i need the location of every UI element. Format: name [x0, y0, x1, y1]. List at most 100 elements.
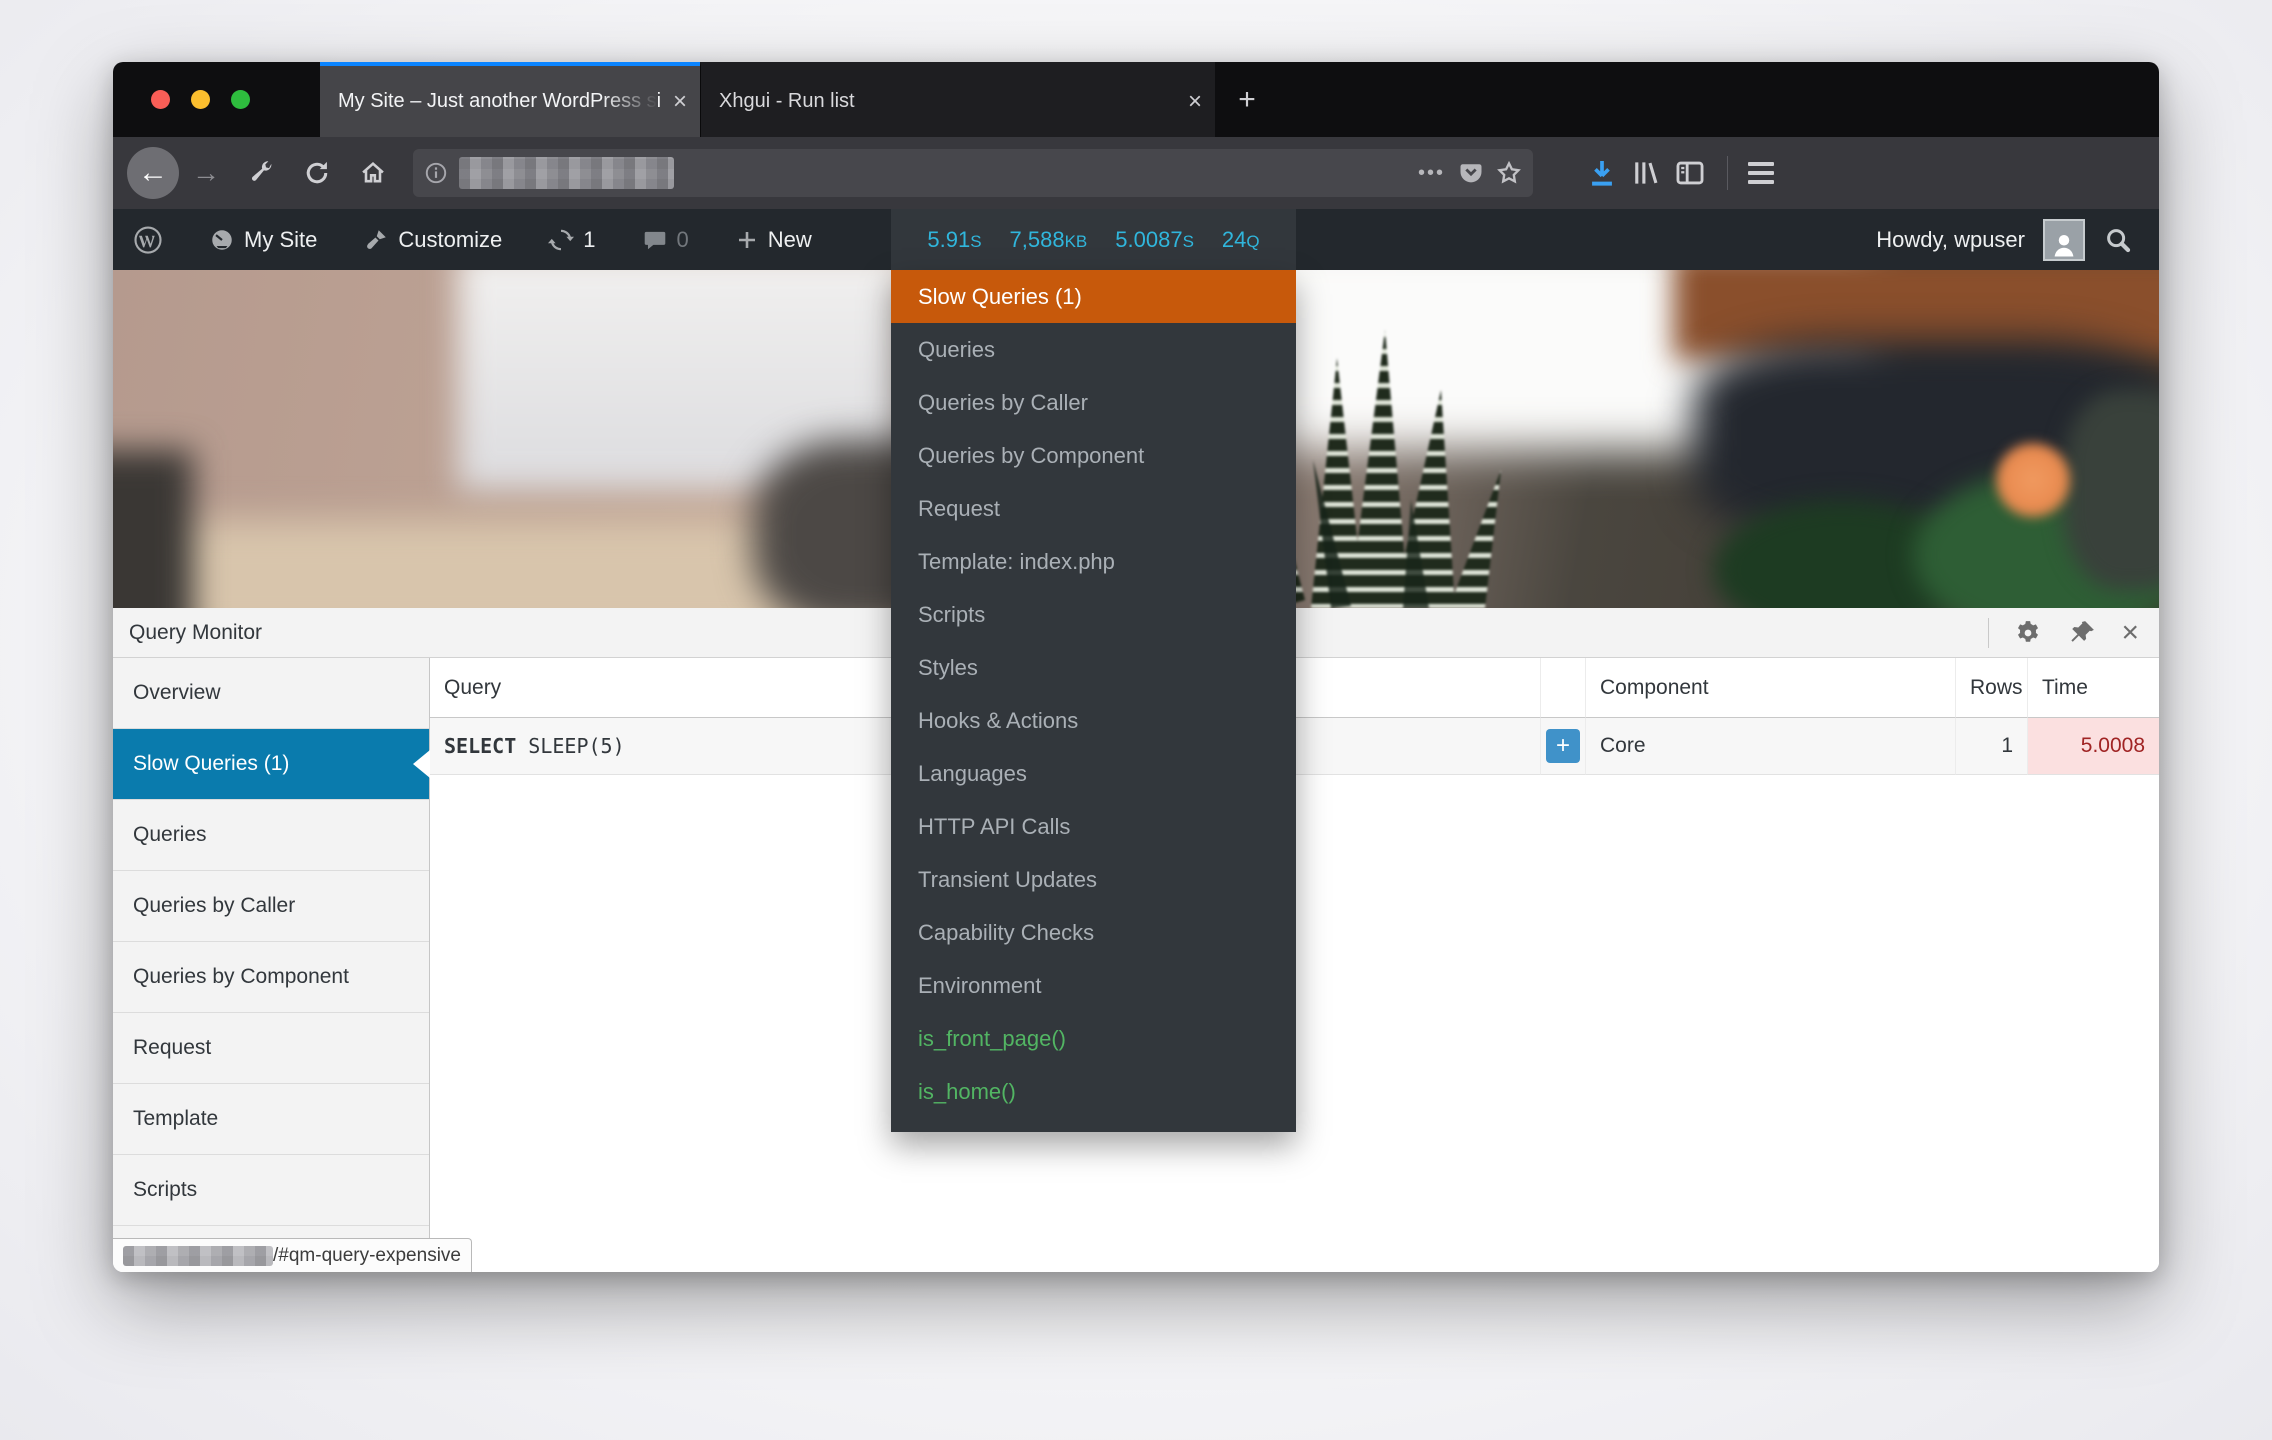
dropdown-item-request[interactable]: Request	[891, 482, 1296, 535]
dropdown-item-capability-checks[interactable]: Capability Checks	[891, 906, 1296, 959]
wordpress-logo-icon[interactable]	[133, 225, 163, 255]
tab-my-site[interactable]: My Site – Just another WordPress si ×	[320, 62, 700, 137]
dropdown-item-queries[interactable]: Queries	[891, 323, 1296, 376]
qm-admin-bar-dropdown: Slow Queries (1) Queries Queries by Call…	[891, 270, 1296, 1132]
navigation-toolbar: ← → •••	[113, 137, 2159, 209]
link-status-tooltip: /#qm-query-expensive	[113, 1238, 472, 1272]
dropdown-item-styles[interactable]: Styles	[891, 641, 1296, 694]
dropdown-item-queries-by-component[interactable]: Queries by Component	[891, 429, 1296, 482]
updates-count: 1	[583, 227, 595, 253]
url-bar[interactable]: •••	[413, 149, 1533, 197]
qm-nav-slow-queries[interactable]: Slow Queries (1)	[113, 729, 429, 800]
dropdown-item-scripts[interactable]: Scripts	[891, 588, 1296, 641]
url-redacted-text	[459, 157, 674, 189]
qm-stat-query-count: 24Q	[1222, 227, 1260, 253]
dropdown-item-transient-updates[interactable]: Transient Updates	[891, 853, 1296, 906]
wrench-icon[interactable]	[233, 153, 289, 193]
column-header-toggle	[1540, 658, 1585, 718]
column-header-time[interactable]: Time	[2027, 658, 2159, 718]
time-cell: 5.0008	[2027, 718, 2159, 775]
bookmark-star-icon[interactable]	[1495, 159, 1523, 187]
admin-bar-customize[interactable]: Customize	[363, 227, 502, 253]
qm-nav-queries[interactable]: Queries	[113, 800, 429, 871]
status-url-suffix: /#qm-query-expensive	[273, 1245, 461, 1267]
search-icon[interactable]	[2103, 225, 2133, 255]
library-icon[interactable]	[1629, 156, 1663, 190]
toolbar-right-icons	[1585, 156, 1800, 190]
download-icon[interactable]	[1585, 156, 1619, 190]
avatar[interactable]	[2043, 219, 2085, 261]
photo-leaves-3	[2063, 390, 2159, 590]
dropdown-item-environment[interactable]: Environment	[891, 959, 1296, 1012]
dropdown-item-queries-by-caller[interactable]: Queries by Caller	[891, 376, 1296, 429]
tab-title-fade	[602, 66, 658, 137]
page-actions-icon[interactable]: •••	[1418, 162, 1445, 185]
dropdown-item-languages[interactable]: Languages	[891, 747, 1296, 800]
dropdown-item-is-home[interactable]: is_home()	[891, 1065, 1296, 1118]
toggle-cell: +	[1540, 718, 1585, 775]
dropdown-item-is-front-page[interactable]: is_front_page()	[891, 1012, 1296, 1065]
rows-cell: 1	[1955, 718, 2027, 775]
expand-row-button[interactable]: +	[1546, 729, 1580, 763]
wp-admin-bar: My Site Customize 1 0 New 5.91S 7,588KB	[113, 209, 2159, 270]
qm-tools-divider	[1988, 618, 1989, 648]
forward-button[interactable]: →	[179, 157, 233, 189]
column-header-component[interactable]: Component	[1585, 658, 1955, 718]
browser-window: My Site – Just another WordPress si × Xh…	[113, 62, 2159, 1272]
qm-nav-queries-by-caller[interactable]: Queries by Caller	[113, 871, 429, 942]
qm-stat-memory: 7,588KB	[1010, 227, 1088, 253]
menu-icon[interactable]	[1748, 162, 1774, 184]
qm-nav-queries-by-component[interactable]: Queries by Component	[113, 942, 429, 1013]
window-controls	[113, 62, 320, 137]
updates-icon	[548, 227, 574, 253]
close-window-button[interactable]	[151, 90, 170, 109]
qm-stat-page-time: 5.91S	[927, 227, 981, 253]
my-site-label: My Site	[244, 227, 317, 253]
qm-sidebar: Overview Slow Queries (1) Queries Querie…	[113, 658, 430, 1272]
admin-bar-my-site[interactable]: My Site	[209, 227, 317, 253]
new-label: New	[768, 227, 812, 253]
dashboard-gauge-icon	[209, 227, 235, 253]
sidebar-toggle-icon[interactable]	[1673, 156, 1707, 190]
query-monitor-admin-bar-stats[interactable]: 5.91S 7,588KB 5.0087S 24Q	[891, 209, 1296, 270]
selected-notch	[413, 750, 430, 778]
dropdown-item-http-api-calls[interactable]: HTTP API Calls	[891, 800, 1296, 853]
admin-bar-comments[interactable]: 0	[642, 227, 689, 253]
dropdown-item-slow-queries[interactable]: Slow Queries (1)	[891, 270, 1296, 323]
qm-nav-request[interactable]: Request	[113, 1013, 429, 1084]
sql-rest: SLEEP(5)	[516, 734, 624, 758]
qm-nav-scripts[interactable]: Scripts	[113, 1155, 429, 1226]
plus-icon	[735, 228, 759, 252]
pocket-icon[interactable]	[1457, 159, 1485, 187]
customize-brush-icon	[363, 227, 389, 253]
qm-nav-overview[interactable]: Overview	[113, 658, 429, 729]
dropdown-item-hooks-actions[interactable]: Hooks & Actions	[891, 694, 1296, 747]
component-cell: Core	[1585, 718, 1955, 775]
zoom-window-button[interactable]	[231, 90, 250, 109]
customize-label: Customize	[398, 227, 502, 253]
pin-icon[interactable]	[2067, 618, 2097, 648]
column-header-rows[interactable]: Rows	[1955, 658, 2027, 718]
comments-bubble-icon	[642, 227, 668, 253]
close-icon[interactable]: ×	[2121, 618, 2139, 648]
tab-close-icon[interactable]: ×	[660, 88, 700, 116]
home-icon[interactable]	[345, 153, 401, 193]
minimize-window-button[interactable]	[191, 90, 210, 109]
qm-nav-template[interactable]: Template	[113, 1084, 429, 1155]
admin-bar-updates[interactable]: 1	[548, 227, 595, 253]
tab-bar: My Site – Just another WordPress si × Xh…	[113, 62, 2159, 137]
settings-gear-icon[interactable]	[2013, 618, 2043, 648]
zebra-plant	[1253, 270, 1573, 608]
tab-close-icon[interactable]: ×	[1175, 88, 1215, 116]
reload-icon[interactable]	[289, 153, 345, 193]
howdy-user[interactable]: Howdy, wpuser	[1876, 227, 2025, 253]
photo-monitor	[113, 450, 193, 608]
site-info-icon[interactable]	[423, 160, 449, 186]
tab-xhgui[interactable]: Xhgui - Run list ×	[700, 62, 1215, 137]
sql-keyword: SELECT	[444, 734, 516, 758]
new-tab-button[interactable]: +	[1215, 62, 1279, 137]
back-button[interactable]: ←	[127, 147, 179, 199]
qm-panel-title: Query Monitor	[113, 621, 262, 645]
dropdown-item-template[interactable]: Template: index.php	[891, 535, 1296, 588]
admin-bar-new[interactable]: New	[735, 227, 812, 253]
